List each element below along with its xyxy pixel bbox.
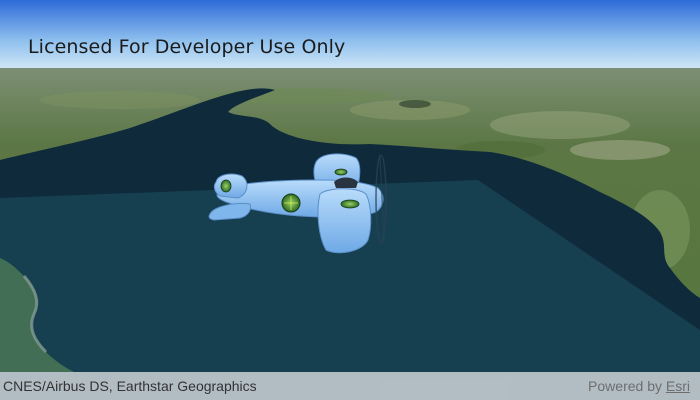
scene-canvas[interactable] [0, 0, 700, 400]
airplane-lower-wing [317, 188, 372, 254]
globe-emblem-icon [334, 168, 348, 176]
powered-by-label: Powered by [588, 378, 662, 394]
attribution-text[interactable]: CNES/Airbus DS, Earthstar Geographics [3, 378, 257, 394]
esri-link[interactable]: Esri [666, 378, 690, 394]
developer-license-watermark: Licensed For Developer Use Only [28, 36, 346, 58]
powered-by: Powered by Esri [588, 378, 690, 394]
attribution-bar: CNES/Airbus DS, Earthstar Geographics Po… [0, 372, 700, 400]
globe-emblem-icon [340, 199, 360, 209]
scene-view[interactable]: Licensed For Developer Use Only CNES/Air… [0, 0, 700, 400]
globe-emblem-icon [220, 179, 232, 193]
